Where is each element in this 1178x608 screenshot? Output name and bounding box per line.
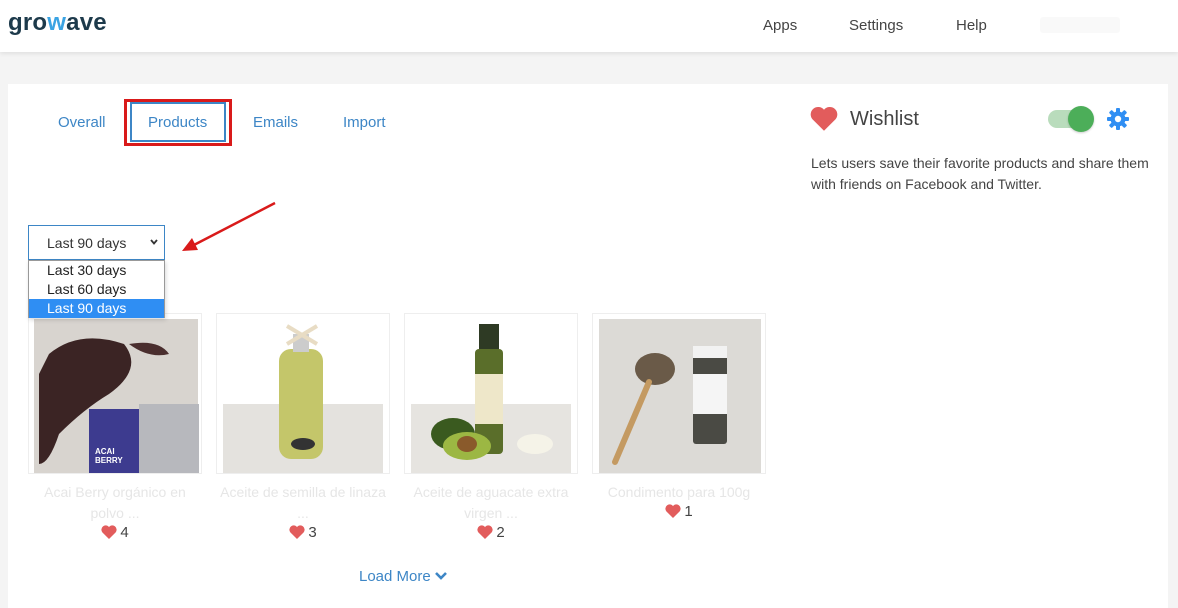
product-likes: 1 (592, 503, 766, 525)
annotation-highlight-box (124, 99, 232, 146)
period-options-list: Last 30 days Last 60 days Last 90 days (28, 260, 165, 318)
nav-help[interactable]: Help (956, 17, 987, 34)
product-card[interactable]: Condimento para 100g 1 (592, 313, 766, 525)
toggle-knob (1068, 106, 1094, 132)
annotation-arrow-icon (182, 201, 276, 251)
period-select[interactable]: Last 90 days (28, 225, 165, 260)
wishlist-enable-toggle[interactable] (1048, 106, 1094, 132)
product-image-acai[interactable]: ACAI BERRY (28, 313, 202, 474)
seeds-jar-image (599, 319, 761, 473)
load-more-button[interactable]: Load More (359, 568, 447, 585)
period-select-value: Last 90 days (47, 235, 127, 251)
product-image-avocado-oil[interactable] (404, 313, 578, 474)
product-image-oil[interactable] (216, 313, 390, 474)
acai-powder-image: ACAI BERRY (34, 319, 199, 473)
heart-icon (289, 525, 305, 539)
period-option-30[interactable]: Last 30 days (29, 261, 164, 280)
product-likes: 3 (216, 524, 390, 546)
product-image-seeds[interactable] (592, 313, 766, 474)
heart-icon (810, 106, 838, 131)
period-option-60[interactable]: Last 60 days (29, 280, 164, 299)
top-navbar: growave Apps Settings Help (0, 0, 1178, 52)
nav-settings[interactable]: Settings (849, 17, 903, 34)
growave-logo[interactable]: growave (8, 9, 107, 37)
chevron-down-icon (150, 239, 158, 245)
product-name[interactable]: Aceite de semilla de linaza ... (216, 482, 390, 524)
product-card[interactable]: Aceite de semilla de linaza ... 3 (216, 313, 390, 546)
account-menu[interactable] (1040, 17, 1120, 33)
product-likes: 4 (28, 524, 202, 546)
oil-bottle-image (223, 324, 383, 473)
tab-overall[interactable]: Overall (58, 114, 106, 131)
svg-text:ACAI: ACAI (95, 447, 115, 456)
product-likes: 2 (404, 524, 578, 546)
heart-icon (477, 525, 493, 539)
wishlist-description: Lets users save their favorite products … (811, 155, 1149, 192)
period-option-90[interactable]: Last 90 days (29, 299, 164, 318)
product-card[interactable]: ACAI BERRY Acai Berry orgánico en polvo … (28, 313, 202, 546)
gear-icon[interactable] (1106, 107, 1130, 131)
wishlist-title: Wishlist (850, 108, 919, 130)
product-name[interactable]: Aceite de aguacate extra virgen ... (404, 482, 578, 524)
heart-icon (665, 504, 681, 518)
product-name[interactable]: Acai Berry orgánico en polvo ... (28, 482, 202, 524)
product-name[interactable]: Condimento para 100g (592, 482, 766, 503)
tab-emails[interactable]: Emails (253, 114, 298, 131)
tab-import[interactable]: Import (343, 114, 386, 131)
nav-apps[interactable]: Apps (763, 17, 797, 34)
svg-text:BERRY: BERRY (95, 456, 123, 465)
chevron-down-icon (434, 572, 447, 580)
product-card[interactable]: Aceite de aguacate extra virgen ... 2 (404, 313, 578, 546)
heart-icon (101, 525, 117, 539)
avocado-oil-image (411, 324, 571, 473)
